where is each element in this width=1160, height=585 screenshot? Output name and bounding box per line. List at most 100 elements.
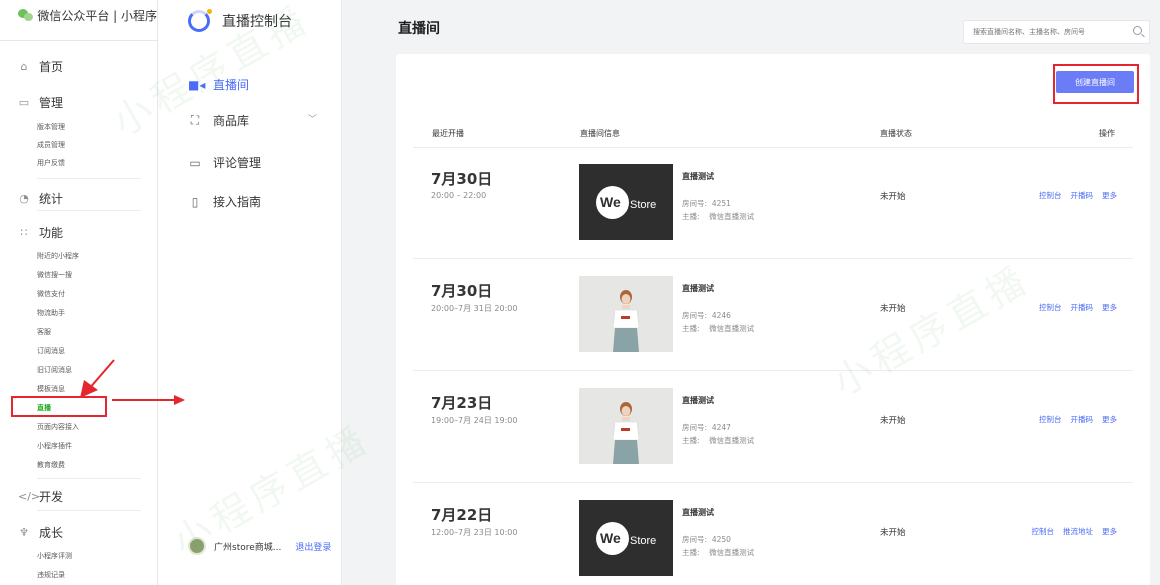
nav-features-label: 功能 (39, 226, 64, 240)
table-row: 7月30日 20:00 – 22:00 We Store 直播测试 房间号: 4… (396, 147, 1150, 259)
console-menu-products[interactable]: ⛶ 商品库 (188, 112, 249, 129)
nav-sub-feedback[interactable]: 用户反馈 (37, 158, 65, 168)
nav-stats[interactable]: ◔ 统计 (18, 190, 63, 207)
host-label: 主播: (682, 436, 700, 445)
nav-manage-label: 管理 (39, 96, 64, 110)
room-id-label: 房间号: (682, 423, 708, 432)
more-link[interactable]: 更多 (1102, 527, 1117, 536)
home-icon: ⌂ (20, 60, 28, 73)
nav-sub-members[interactable]: 成员管理 (37, 140, 65, 150)
nav-sub-content[interactable]: 页面内容接入 (37, 422, 79, 432)
growth-icon: ♆ (19, 526, 29, 539)
shopping-bag-icon: ⛶ (190, 113, 200, 127)
nav-sub-logistics[interactable]: 物流助手 (37, 308, 65, 318)
nav-home-label: 首页 (39, 60, 64, 74)
nav-sub-subscribe[interactable]: 订阅消息 (37, 346, 65, 356)
platform-header: 微信公众平台 | 小程序 (0, 0, 157, 30)
live-console-logo-icon (188, 9, 212, 32)
room-id-value: 4247 (711, 423, 731, 432)
more-link[interactable]: 更多 (1102, 303, 1117, 312)
thumb-logo-we: We (600, 194, 621, 210)
live-room-list-panel: 创建直播间 最近开播 直播间信息 直播状态 操作 7月30日 20:00 – 2… (396, 54, 1150, 585)
host-value: 微信直播测试 (709, 436, 755, 445)
row-actions: 控制台 开播码 更多 (1030, 190, 1117, 201)
divider (37, 178, 141, 179)
nav-dev[interactable]: </> 开发 (18, 488, 63, 505)
nav-sub-search[interactable]: 微信搜一搜 (37, 270, 72, 280)
grid-icon: ∷ (20, 226, 28, 239)
nav-sub-version[interactable]: 版本管理 (37, 122, 65, 132)
nav-sub-nearby[interactable]: 附近的小程序 (37, 251, 79, 261)
console-menu-label: 评论管理 (213, 156, 262, 170)
host-label: 主播: (682, 212, 700, 221)
console-link[interactable]: 控制台 (1039, 303, 1062, 312)
status-badge: 未开始 (880, 416, 906, 426)
status-badge: 未开始 (880, 304, 906, 314)
room-id-value: 4251 (711, 199, 731, 208)
status-badge: 未开始 (880, 528, 906, 538)
nav-sub-pay[interactable]: 微信支付 (37, 289, 65, 299)
console-menu-live-room[interactable]: ■◂ 直播间 (188, 76, 249, 93)
table-row: 7月30日 20:00–7月 31日 20:00 直播测试 房间号: 4246 … (396, 259, 1150, 371)
nav-sub-evaluation[interactable]: 小程序评测 (37, 551, 72, 561)
live-code-link[interactable]: 开播码 (1071, 191, 1094, 200)
nav-sub-violation[interactable]: 违规记录 (37, 570, 65, 580)
col-header-status: 直播状态 (880, 129, 912, 138)
nav-growth[interactable]: ♆ 成长 (18, 524, 63, 541)
console-link[interactable]: 控制台 (1039, 415, 1062, 424)
host: 主播: 微信直播测试 (682, 435, 754, 446)
room-id-label: 房间号: (682, 535, 708, 544)
room-id: 房间号: 4251 (682, 198, 731, 209)
live-cover-thumbnail: We Store (579, 500, 673, 576)
host-value: 微信直播测试 (709, 548, 755, 557)
nav-sub-edu[interactable]: 教育缴费 (37, 460, 65, 470)
more-link[interactable]: 更多 (1102, 415, 1117, 424)
nav-sub-plugin[interactable]: 小程序插件 (37, 441, 72, 451)
search-input[interactable] (971, 27, 1121, 37)
search-box[interactable] (963, 20, 1150, 44)
nav-sub-live[interactable]: 直播 (37, 403, 51, 413)
live-time: 20:00 – 22:00 (431, 191, 487, 200)
col-header-info: 直播间信息 (580, 129, 620, 138)
console-link[interactable]: 控制台 (1039, 191, 1062, 200)
console-menu-label: 直播间 (213, 78, 250, 92)
nav-manage[interactable]: ▭ 管理 (18, 94, 63, 111)
model-photo-icon (579, 388, 673, 464)
more-link[interactable]: 更多 (1102, 191, 1117, 200)
room-id-value: 4246 (711, 311, 731, 320)
live-code-link[interactable]: 开播码 (1071, 415, 1094, 424)
platform-sidebar: 微信公众平台 | 小程序 ⌂ 首页 ▭ 管理 版本管理 成员管理 用户反馈 ◔ 统计 … (0, 0, 158, 585)
page-title: 直播间 (398, 21, 440, 37)
console-link[interactable]: 控制台 (1032, 527, 1055, 536)
nav-features[interactable]: ∷ 功能 (18, 224, 64, 241)
nav-sub-old-subscribe[interactable]: 旧订阅消息 (37, 365, 72, 375)
room-id: 房间号: 4246 (682, 310, 731, 321)
push-url-link[interactable]: 推流地址 (1063, 527, 1093, 536)
console-menu-guide[interactable]: ▯ 接入指南 (188, 193, 261, 210)
divider (37, 478, 141, 479)
host: 主播: 微信直播测试 (682, 547, 754, 558)
nav-sub-service[interactable]: 客服 (37, 327, 51, 337)
status-badge: 未开始 (880, 192, 906, 202)
nav-home[interactable]: ⌂ 首页 (18, 58, 64, 75)
room-id-value: 4250 (711, 535, 731, 544)
console-menu-comments[interactable]: ▭ 评论管理 (188, 154, 261, 171)
row-actions: 控制台 推流地址 更多 (1023, 526, 1118, 537)
chevron-down-icon[interactable]: ﹀ (308, 112, 317, 125)
live-code-link[interactable]: 开播码 (1071, 303, 1094, 312)
host-label: 主播: (682, 548, 700, 557)
search-icon[interactable] (1133, 26, 1142, 35)
live-date: 7月30日 (431, 170, 493, 188)
col-header-recent: 最近开播 (432, 129, 464, 138)
console-header: 直播控制台 (188, 9, 292, 32)
room-id-label: 房间号: (682, 199, 708, 208)
divider (0, 40, 158, 41)
live-date: 7月30日 (431, 282, 493, 300)
console-menu-label: 商品库 (213, 114, 250, 128)
nav-sub-template[interactable]: 模板消息 (37, 384, 65, 394)
live-time: 19:00–7月 24日 19:00 (431, 416, 518, 425)
live-time: 12:00–7月 23日 10:00 (431, 528, 518, 537)
room-id-label: 房间号: (682, 311, 708, 320)
nav-dev-label: 开发 (39, 490, 64, 504)
logout-link[interactable]: 退出登录 (295, 540, 331, 553)
